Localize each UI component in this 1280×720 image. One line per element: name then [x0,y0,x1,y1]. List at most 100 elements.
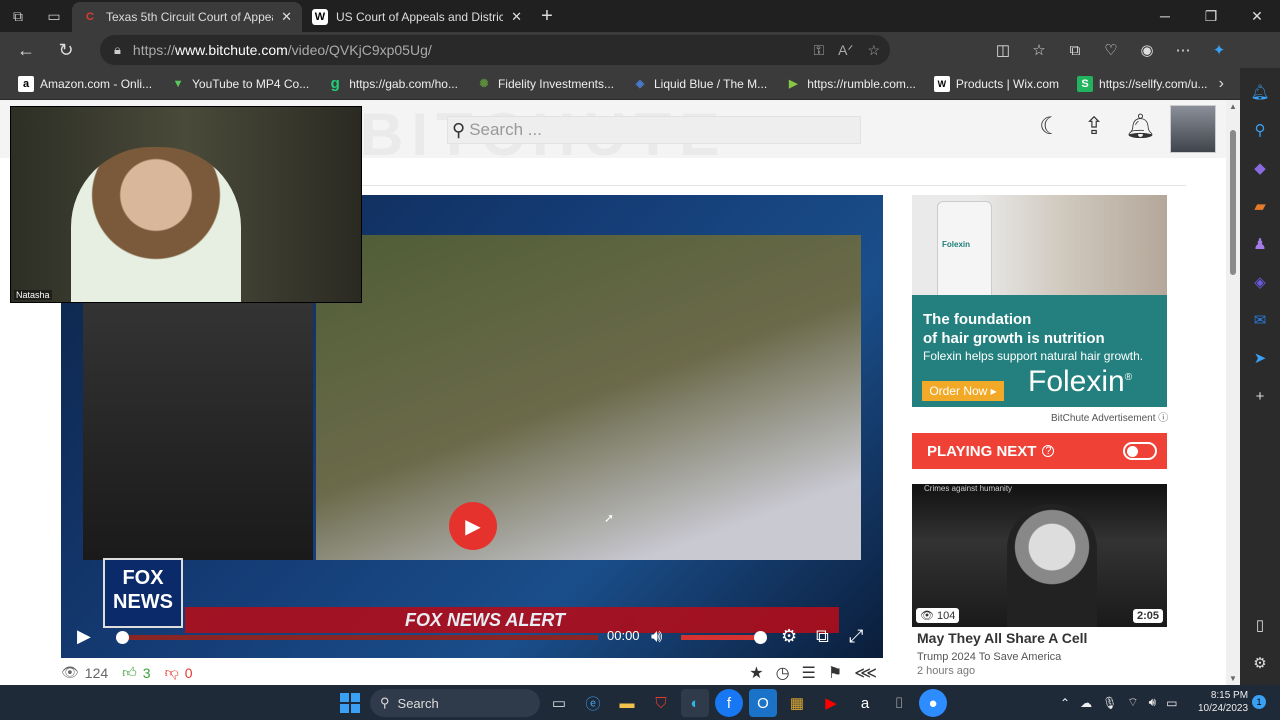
bookmark-rumble[interactable]: ▶ https://rumble.com... [777,71,924,97]
bookmark-wix[interactable]: W Products | Wix.com [926,71,1067,97]
edge-icon[interactable]: ◐ [681,689,709,717]
microphone-icon[interactable]: 🎙︎ [1102,696,1117,710]
task-view-icon[interactable]: ▭ [545,689,573,717]
battery-icon[interactable]: ▭ [1166,696,1177,710]
advertisement-banner[interactable]: Folexin The foundation of hair growth is … [912,195,1167,407]
youtube-icon[interactable]: ▶ [817,689,845,717]
volume-knob[interactable] [754,631,767,644]
order-now-button[interactable]: Order Now ▸ [922,381,1004,401]
taskbar-clock[interactable]: 8:15 PM 10/24/2023 [1198,689,1248,715]
shopping-tag-icon[interactable]: ◆ [1248,156,1272,180]
close-window-button[interactable]: ✕ [1234,0,1280,32]
minimize-button[interactable]: ─ [1142,0,1188,32]
drop-icon[interactable]: ➤ [1248,346,1272,370]
maximize-button[interactable]: ❐ [1188,0,1234,32]
next-video-channel[interactable]: Trump 2024 To Save America [917,651,1061,663]
page-scrollbar[interactable]: ▲ ▼ [1226,100,1240,685]
tab-us-court[interactable]: W US Court of Appeals and District ✕ [302,2,532,32]
refresh-button[interactable]: ↻ [46,32,86,68]
key-icon[interactable]: ⚿ [814,42,825,59]
play-icon[interactable]: ▶ [77,626,91,647]
lock-icon[interactable]: 🔒︎ [114,42,121,58]
notification-badge[interactable]: 1 [1252,695,1266,709]
share-icon[interactable]: ⋘ [854,663,877,683]
popout-icon[interactable]: ⧉ [816,626,829,647]
volume-icon[interactable]: 🔊︎ [1149,695,1157,710]
next-video-thumbnail[interactable]: Crimes against humanity 👁︎ 104 2:05 [912,484,1167,627]
file-explorer-icon[interactable]: ▬ [613,689,641,717]
site-search-input[interactable]: ⚲ Search ... [447,116,861,144]
bookmark-youtube-mp4[interactable]: ▼ YouTube to MP4 Co... [162,71,317,97]
scroll-up-icon[interactable]: ▲ [1229,102,1237,111]
autoplay-toggle[interactable] [1123,442,1157,460]
url-field[interactable]: 🔒︎ https://www.bitchute.com/video/QVKjC9… [100,35,890,65]
watch-later-clock-icon[interactable]: ◷ [776,663,790,683]
camera-icon[interactable]: ⌷ [885,689,913,717]
search-icon[interactable]: ⚲ [1248,118,1272,142]
workspaces-icon[interactable]: ⧉ [0,0,36,32]
volume-icon[interactable]: 🔊︎ [651,626,662,647]
favorites-icon[interactable]: ☆ [1021,32,1057,68]
dislike-button[interactable]: 👎︎ 0 [165,664,193,681]
big-play-button[interactable]: ▶ [449,502,497,550]
settings-gear-icon[interactable]: ⚙ [781,626,797,647]
tools-briefcase-icon[interactable]: ▰ [1248,194,1272,218]
sidebar-toggle-icon[interactable]: ▯ [1248,613,1272,637]
amazon-icon[interactable]: a [851,689,879,717]
health-icon[interactable]: ♡ [1093,32,1129,68]
favorite-star-icon[interactable]: ☆ [867,42,880,59]
moon-icon[interactable]: ☾ [1037,112,1063,141]
bookmark-gab[interactable]: g https://gab.com/ho... [319,71,466,97]
microsoft-365-icon[interactable]: ◈ [1248,270,1272,294]
start-button[interactable] [340,693,360,713]
bookmark-fidelity[interactable]: ✺ Fidelity Investments... [468,71,622,97]
bookmark-amazon[interactable]: a Amazon.com - Onli... [10,71,160,97]
bookmark-sellfy[interactable]: Shttps://sellfy.com/u... [1069,71,1215,97]
upload-icon[interactable]: ⇪ [1081,112,1107,141]
fullscreen-icon[interactable]: ⤢ [849,626,863,647]
outlook-icon[interactable]: ✉ [1248,308,1272,332]
scrollbar-thumb[interactable] [1230,130,1236,275]
chevron-up-icon[interactable]: ⌃ [1060,696,1070,710]
help-icon[interactable]: ⓘ [1158,413,1168,424]
zoom-icon[interactable]: ● [919,689,947,717]
profile-avatar-icon[interactable]: ◉ [1129,32,1165,68]
flag-icon[interactable]: ⚑ [828,663,842,683]
split-screen-icon[interactable]: ◫ [985,32,1021,68]
tab-actions-icon[interactable]: ▭ [36,0,72,32]
back-button[interactable]: ← [6,32,46,68]
bookmark-liquid-blue[interactable]: ◈ Liquid Blue / The M... [624,71,775,97]
volume-slider[interactable] [681,631,767,644]
progress-knob[interactable] [116,631,129,644]
calculator-icon[interactable]: ▦ [783,689,811,717]
taskbar-search[interactable]: ⚲ Search [370,689,540,717]
user-avatar[interactable] [1170,105,1216,153]
add-icon[interactable]: + [1248,384,1272,408]
notification-bell-icon[interactable]: 🔔︎ [1248,80,1272,104]
bell-icon[interactable]: 🔔︎ [1125,112,1155,141]
tab-texas-court[interactable]: C Texas 5th Circuit Court of Appeals ✕ [72,2,302,32]
games-icon[interactable]: ♟ [1248,232,1272,256]
onedrive-cloud-icon[interactable]: ☁ [1080,696,1092,710]
like-button[interactable]: 👍︎ 3 [122,664,150,681]
close-tab-icon[interactable]: ✕ [281,9,292,25]
mcafee-icon[interactable]: ⛉ [647,689,675,717]
next-video-title[interactable]: May They All Share A Cell [917,630,1087,646]
close-tab-icon[interactable]: ✕ [511,9,522,25]
favorite-star-icon[interactable]: ★ [749,663,763,683]
playlist-icon[interactable]: ☰ [802,663,816,683]
more-menu-icon[interactable]: ⋯ [1165,32,1201,68]
scroll-down-icon[interactable]: ▼ [1229,674,1237,683]
help-icon[interactable]: ? [1042,445,1055,457]
copilot-icon[interactable]: ✦ [1201,32,1237,68]
facebook-icon[interactable]: f [715,689,743,717]
new-tab-button[interactable]: + [532,1,562,31]
chevron-right-icon[interactable]: › [1219,75,1224,93]
internet-explorer-icon[interactable]: ⓔ [579,689,607,717]
settings-gear-icon[interactable]: ⚙ [1248,651,1272,675]
read-aloud-icon[interactable]: Aᐟ [838,42,853,59]
collections-icon[interactable]: ⧉ [1057,32,1093,68]
wifi-icon[interactable]: ⌔ [1127,695,1138,710]
outlook-icon[interactable]: O [749,689,777,717]
progress-bar[interactable] [116,631,598,644]
